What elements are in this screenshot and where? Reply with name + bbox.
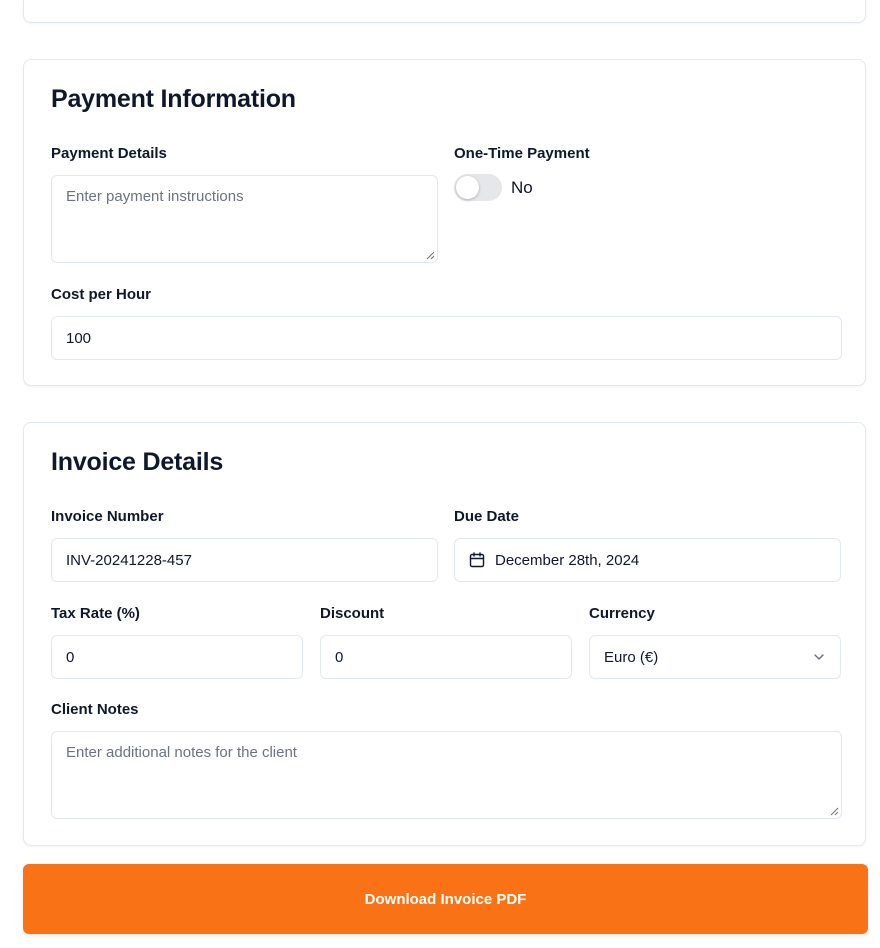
cost-per-hour-value: 100 xyxy=(66,329,92,347)
invoice-number-input[interactable]: INV-20241228-457 xyxy=(51,538,438,582)
discount-input[interactable]: 0 xyxy=(320,635,572,679)
client-notes-label: Client Notes xyxy=(51,701,139,718)
currency-select[interactable]: Euro (€) xyxy=(589,635,841,679)
client-notes-placeholder: Enter additional notes for the client xyxy=(66,744,297,761)
tax-rate-value: 0 xyxy=(66,648,75,666)
payment-details-label: Payment Details xyxy=(51,145,167,162)
one-time-payment-label: One-Time Payment xyxy=(454,145,590,162)
one-time-payment-state: No xyxy=(511,178,533,197)
payment-details-textarea[interactable]: Enter payment instructions xyxy=(51,175,438,263)
due-date-value: December 28th, 2024 xyxy=(495,551,640,569)
invoice-details-title: Invoice Details xyxy=(51,448,224,476)
discount-value: 0 xyxy=(335,648,344,666)
due-date-picker[interactable]: December 28th, 2024 xyxy=(454,538,841,582)
currency-label: Currency xyxy=(589,605,655,622)
invoice-number-label: Invoice Number xyxy=(51,508,164,525)
currency-value: Euro (€) xyxy=(604,648,659,666)
resize-handle-icon[interactable] xyxy=(425,250,435,260)
cost-per-hour-input[interactable]: 100 xyxy=(51,316,842,360)
calendar-icon xyxy=(469,552,485,568)
download-invoice-pdf-button[interactable]: Download Invoice PDF xyxy=(23,864,868,934)
payment-details-placeholder: Enter payment instructions xyxy=(66,188,244,205)
tax-rate-label: Tax Rate (%) xyxy=(51,605,140,622)
invoice-number-value: INV-20241228-457 xyxy=(66,551,192,569)
toggle-knob xyxy=(456,176,479,199)
payment-information-card: Payment Information Payment Details Ente… xyxy=(23,59,866,386)
client-notes-textarea[interactable]: Enter additional notes for the client xyxy=(51,731,842,819)
discount-label: Discount xyxy=(320,605,385,622)
due-date-label: Due Date xyxy=(454,508,520,525)
resize-handle-icon[interactable] xyxy=(829,806,839,816)
previous-section-card xyxy=(23,0,866,23)
chevron-down-icon xyxy=(814,654,824,660)
one-time-payment-toggle[interactable] xyxy=(454,174,502,201)
tax-rate-input[interactable]: 0 xyxy=(51,635,303,679)
invoice-details-card: Invoice Details Invoice Number INV-20241… xyxy=(23,422,866,846)
cost-per-hour-label: Cost per Hour xyxy=(51,286,152,303)
payment-information-title: Payment Information xyxy=(51,85,296,113)
